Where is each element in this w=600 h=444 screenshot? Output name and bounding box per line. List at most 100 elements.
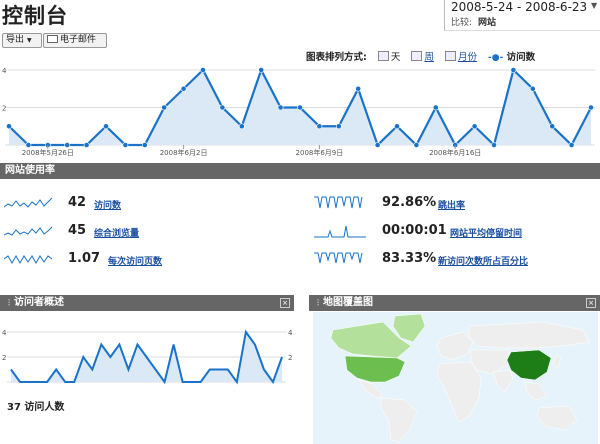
close-icon[interactable]: × [280, 298, 290, 308]
metric-link[interactable]: 跳出率 [438, 198, 465, 211]
sparkline-line [314, 225, 366, 238]
y-tick-label: 2 [2, 105, 6, 113]
data-point [258, 67, 265, 73]
metric-pages-per-visit: 1.07 每次访问页数 [4, 250, 284, 270]
y-tick-label: 2 [288, 354, 292, 362]
data-point [103, 123, 109, 130]
metric-bounce-rate: 92.86% 跳出率 [314, 194, 594, 214]
visitors-chart: 4 4 2 2 [2, 329, 293, 385]
visitor-count[interactable]: 37 访问人数 [7, 398, 64, 413]
data-point [529, 85, 536, 92]
visitors-overview-header[interactable]: ⋮⋮访问者概述 × [0, 295, 294, 311]
africa [436, 361, 482, 423]
central-asia [470, 349, 510, 375]
sparkline-line [4, 254, 53, 265]
x-tick-label: 2008年6月9日 [296, 148, 344, 157]
data-point [64, 142, 71, 148]
compare-label: 比较: [451, 18, 473, 28]
south-america [380, 397, 418, 443]
data-point [471, 123, 478, 130]
metric-new-visits: 83.33% 新访问次数所占百分比 [314, 250, 594, 270]
metric-value: 00:00:01 [382, 223, 447, 238]
calendar-icon [377, 51, 389, 61]
x-tick-label: 2008年6月2日 [160, 148, 208, 157]
sparkline [314, 252, 363, 264]
x-tick-label: 2008年5月26日 [22, 148, 74, 157]
data-point [588, 104, 594, 111]
sparkline-line [4, 197, 53, 208]
metric-visits: 42 访问数 [4, 194, 284, 214]
sparkline-line [4, 226, 53, 236]
chart-view-options: 图表排列方式: 天 周 月份 -●- 访问数 [306, 49, 543, 63]
calendar-icon [411, 51, 423, 61]
data-point [6, 123, 12, 130]
data-point [238, 123, 245, 130]
metric-link[interactable]: 网站平均停留时间 [450, 226, 522, 239]
australia [536, 405, 578, 431]
date-range-selector[interactable]: 2008-5-24 - 2008-6-23 ▼ 比较: 网站 [444, 0, 600, 31]
map-overlay-header[interactable]: ⋮⋮地图覆盖图 × [309, 295, 600, 311]
metric-value: 83.33% [382, 251, 437, 266]
sparkline [4, 197, 53, 208]
data-point [432, 104, 439, 111]
calendar-icon [444, 51, 456, 61]
metric-link[interactable]: 综合浏览量 [94, 226, 139, 239]
data-point [200, 67, 206, 73]
sparkline-line [314, 196, 363, 209]
metric-value: 1.07 [68, 251, 101, 266]
visitors-overview-title: 访问者概述 [14, 297, 64, 308]
date-range[interactable]: 2008-5-24 - 2008-6-23 [451, 0, 587, 14]
page-title: 控制台 [2, 4, 68, 28]
drag-handle-icon[interactable]: ⋮⋮ [314, 295, 330, 311]
united-states [344, 355, 406, 383]
china [506, 349, 552, 381]
sparkline [4, 254, 53, 265]
data-point [161, 104, 168, 111]
data-point [122, 142, 129, 148]
metric-link[interactable]: 新访问次数所占百分比 [438, 254, 528, 267]
metric-value: 92.86% [382, 195, 437, 210]
site-usage-title: 网站使用率 [5, 165, 55, 176]
world-map[interactable] [313, 312, 598, 444]
site-usage-header: 网站使用率 [0, 163, 600, 179]
metric-link[interactable]: 每次访问页数 [108, 254, 162, 267]
sparkline [314, 196, 363, 209]
data-point [277, 104, 284, 111]
chevron-down-icon: ▼ [27, 37, 32, 44]
close-icon[interactable]: × [586, 298, 596, 308]
europe [436, 331, 474, 361]
data-point [25, 142, 32, 148]
metric-link[interactable]: 访问数 [94, 198, 121, 211]
email-button[interactable]: 电子邮件 [43, 33, 107, 48]
drag-handle-icon[interactable]: ⋮⋮ [5, 295, 21, 311]
data-point [355, 85, 362, 92]
sparkline [4, 226, 53, 236]
chevron-down-icon[interactable]: ▼ [591, 1, 597, 10]
envelope-icon [47, 35, 58, 43]
y-tick-label: 4 [2, 67, 7, 75]
world-map-svg [330, 313, 590, 443]
y-tick-label: 4 [2, 329, 7, 337]
southeast-asia [524, 381, 548, 401]
data-point [568, 142, 575, 148]
data-point [141, 142, 148, 148]
metric-avg-time: 00:00:01 网站平均停留时间 [314, 222, 594, 242]
central-america [358, 379, 384, 399]
japan [552, 353, 562, 369]
india [492, 369, 514, 393]
metric-pageviews: 45 综合浏览量 [4, 222, 284, 242]
russia [468, 321, 590, 349]
compare-value: 网站 [478, 18, 497, 28]
data-point [180, 85, 187, 92]
data-point [335, 123, 342, 130]
visits-chart: 4 2 2008年5月26日 2008年6月2日 2008年6月9日 2008年6月16日 [2, 67, 595, 157]
sparkline-line [314, 252, 363, 264]
data-point [219, 104, 226, 111]
sparkline [314, 225, 366, 238]
metric-value: 42 [68, 195, 87, 210]
export-button[interactable]: 导出 ▼ [2, 33, 42, 48]
data-point [394, 123, 400, 130]
data-point [316, 123, 323, 130]
data-point [510, 67, 517, 73]
data-point [83, 142, 90, 148]
